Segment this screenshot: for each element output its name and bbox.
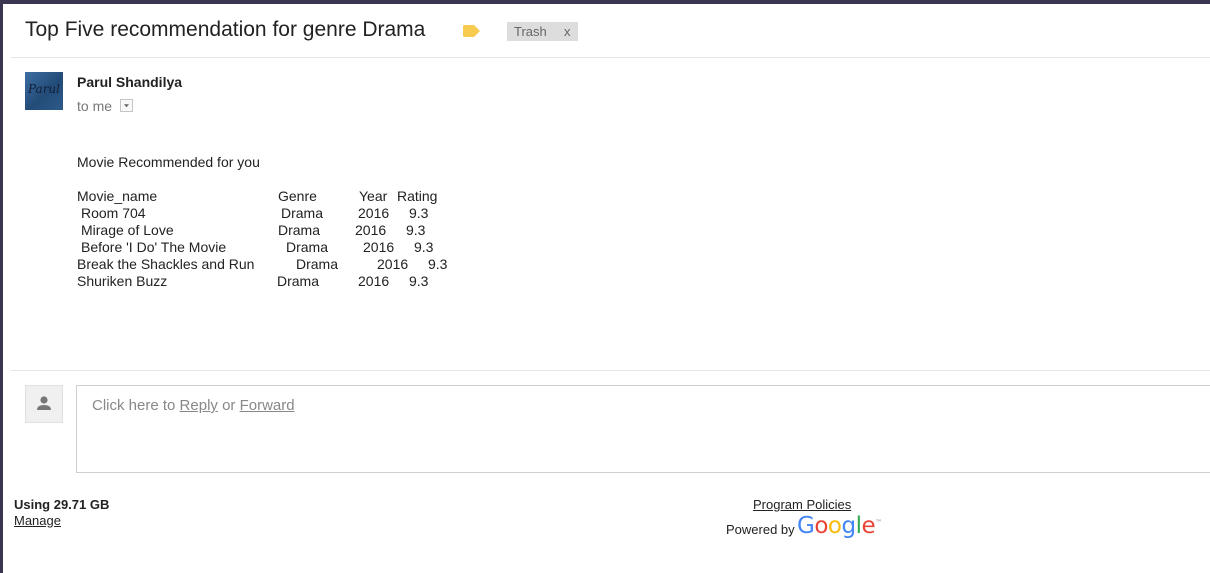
divider [11,370,1210,371]
reply-prompt: Click here to Reply or Forward [92,397,295,414]
reply-prompt-prefix: Click here to [92,397,180,414]
movie-rating: 9.3 [409,273,429,289]
google-letter: o [827,513,842,539]
col-header-rating: Rating [397,188,438,204]
label-tag-icon[interactable] [463,25,480,37]
email-view: Top Five recommendation for genre Drama … [3,4,1210,573]
email-subject: Top Five recommendation for genre Drama [25,18,426,41]
avatar-signature: Parul [28,82,60,96]
reply-prompt-or: or [217,397,240,414]
google-letter: g [841,513,856,539]
movie-genre: Drama [278,222,321,238]
chevron-down-icon[interactable] [120,99,133,112]
user-avatar [25,385,63,423]
movie-rating: 9.3 [409,205,429,221]
col-header-movie: Movie_name [77,188,158,204]
trash-label-text: Trash [514,24,547,39]
google-letter: e [861,513,876,539]
google-letter: o [814,513,828,539]
movie-genre: Drama [296,256,339,272]
person-icon [37,396,51,410]
movie-year: 2016 [377,256,409,272]
google-letter: G [797,513,815,539]
powered-by-text: Powered by [726,522,795,537]
forward-link[interactable]: Forward [240,397,295,414]
movie-rating: 9.3 [428,256,448,272]
movie-rating: 9.3 [414,239,434,255]
recipient-label: to me [77,98,113,114]
movie-genre: Drama [286,239,329,255]
trash-label-chip[interactable]: Trash x [507,22,578,41]
sender-name[interactable]: Parul Shandilya [77,74,182,90]
movie-name: Before 'I Do' The Movie [81,239,227,255]
intro-text: Movie Recommended for you [77,154,260,170]
movie-name: Room 704 [81,205,146,221]
remove-label-button[interactable]: x [564,22,571,41]
movie-year: 2016 [355,222,387,238]
col-header-year: Year [359,188,388,204]
google-logo: Google™ [797,513,882,539]
trademark-symbol: ™ [875,518,882,527]
divider [11,57,1210,58]
movie-year: 2016 [358,273,390,289]
movie-name: Mirage of Love [81,222,174,238]
movie-year: 2016 [363,239,395,255]
movie-genre: Drama [281,205,324,221]
movie-rating: 9.3 [406,222,426,238]
sender-avatar: Parul [25,72,63,110]
program-policies-link[interactable]: Program Policies [753,497,851,512]
col-header-genre: Genre [278,188,317,204]
movie-year: 2016 [358,205,390,221]
storage-usage: Using 29.71 GB [14,497,110,512]
manage-link[interactable]: Manage [14,513,61,528]
movie-name: Break the Shackles and Run [77,256,255,272]
reply-link[interactable]: Reply [180,397,218,414]
movie-name: Shuriken Buzz [77,273,168,289]
movie-genre: Drama [277,273,320,289]
